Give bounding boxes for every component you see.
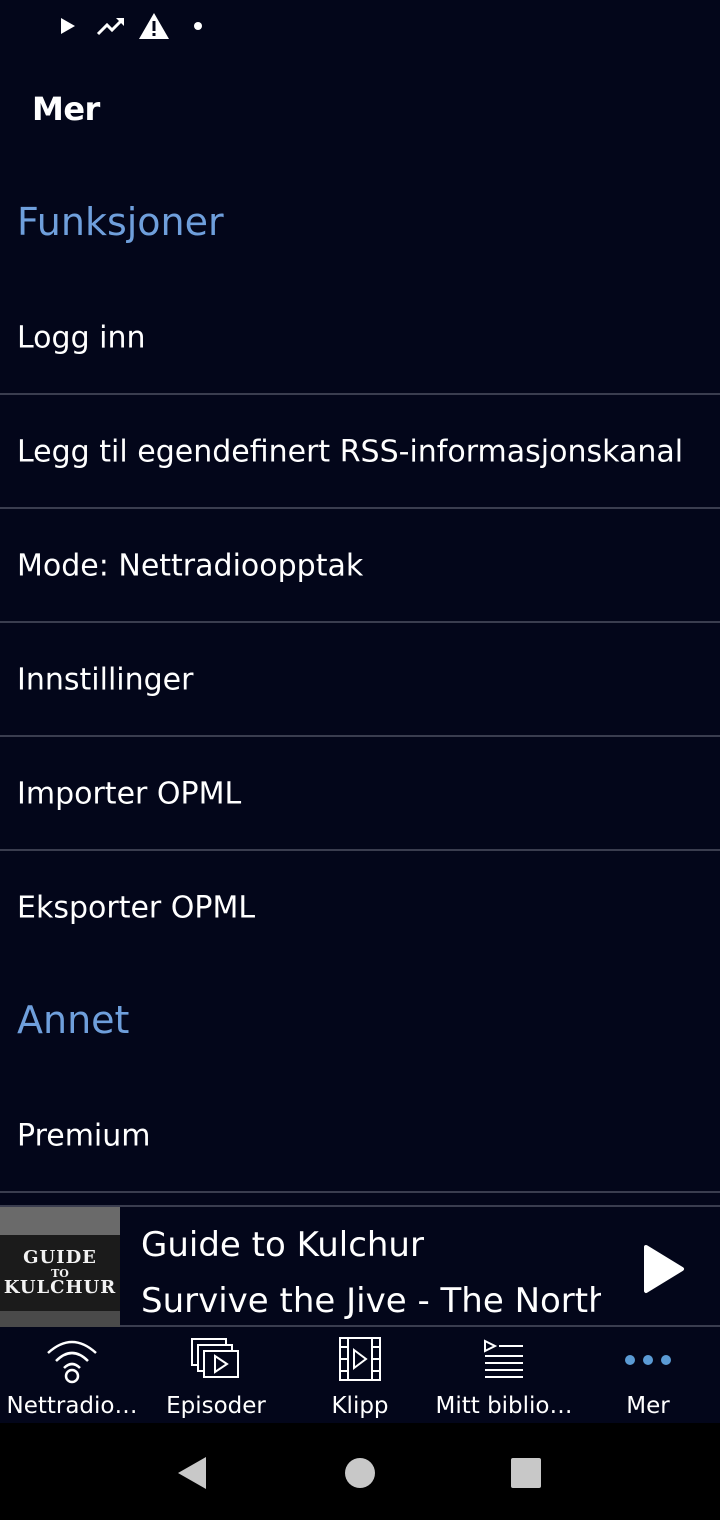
back-icon[interactable] bbox=[176, 1455, 208, 1495]
nav-tab-radio[interactable]: Nettradio… bbox=[0, 1327, 144, 1423]
menu-item-label: Importer OPML bbox=[17, 776, 242, 812]
section-header-functions: Funksjoner bbox=[17, 200, 224, 244]
play-icon bbox=[58, 12, 78, 44]
menu-item-settings[interactable]: Innstillinger bbox=[0, 623, 720, 737]
film-clip-icon bbox=[337, 1335, 383, 1389]
menu-item-label: Premium bbox=[17, 1118, 151, 1154]
now-playing-title: Guide to Kulchur bbox=[141, 1225, 424, 1265]
nav-tab-label: Klipp bbox=[331, 1393, 389, 1419]
menu-item-label: Mode: Nettradioopptak bbox=[17, 548, 364, 584]
warning-icon bbox=[138, 12, 170, 44]
library-icon bbox=[481, 1335, 527, 1389]
dot-icon bbox=[192, 12, 204, 44]
recents-icon[interactable] bbox=[510, 1455, 542, 1495]
nav-tab-label: Mer bbox=[626, 1393, 670, 1419]
menu-item-label: Logg inn bbox=[17, 320, 146, 356]
menu-item-mode[interactable]: Mode: Nettradioopptak bbox=[0, 509, 720, 623]
mini-player[interactable]: GUIDE TO KULCHUR Guide to Kulchur Surviv… bbox=[0, 1205, 720, 1327]
nav-tab-label: Episoder bbox=[166, 1393, 266, 1419]
menu-item-import-opml[interactable]: Importer OPML bbox=[0, 737, 720, 851]
menu-item-premium[interactable]: Premium bbox=[0, 1079, 720, 1193]
episodes-icon bbox=[190, 1335, 242, 1389]
menu-item-add-rss-feed[interactable]: Legg til egendefinert RSS-informasjonska… bbox=[0, 395, 720, 509]
cover-text: GUIDE bbox=[23, 1247, 97, 1268]
play-button[interactable] bbox=[630, 1237, 694, 1301]
menu-item-label: Eksporter OPML bbox=[17, 890, 256, 926]
menu-item-login[interactable]: Logg inn bbox=[0, 281, 720, 395]
nav-tab-label: Mitt biblio… bbox=[435, 1393, 573, 1419]
home-icon[interactable] bbox=[344, 1455, 376, 1495]
menu-item-label: Legg til egendefinert RSS-informasjonska… bbox=[17, 434, 684, 470]
nav-tab-library[interactable]: Mitt biblio… bbox=[432, 1327, 576, 1423]
screen: Mer Funksjoner Logg inn Legg til egendef… bbox=[0, 0, 720, 1520]
nav-tab-episodes[interactable]: Episoder bbox=[144, 1327, 288, 1423]
more-dots-icon bbox=[623, 1335, 673, 1389]
nav-tab-clips[interactable]: Klipp bbox=[288, 1327, 432, 1423]
section-header-other: Annet bbox=[17, 998, 130, 1042]
menu-item-export-opml[interactable]: Eksporter OPML bbox=[0, 851, 720, 965]
wifi-radio-icon bbox=[44, 1335, 100, 1389]
bottom-navigation: Nettradio… Episoder Klipp Mitt biblio… M… bbox=[0, 1327, 720, 1423]
divider bbox=[0, 1191, 720, 1193]
cover-text: KULCHUR bbox=[3, 1277, 117, 1298]
trending-icon bbox=[96, 12, 126, 44]
play-icon bbox=[630, 1245, 694, 1305]
nav-tab-more[interactable]: Mer bbox=[576, 1327, 720, 1423]
nav-tab-label: Nettradio… bbox=[6, 1393, 138, 1419]
podcast-cover-art[interactable]: GUIDE TO KULCHUR bbox=[0, 1207, 120, 1327]
system-navigation-bar bbox=[0, 1423, 720, 1520]
status-bar bbox=[0, 0, 720, 56]
page-title: Mer bbox=[32, 90, 100, 128]
now-playing-episode: Survive the Jive - The North bbox=[141, 1281, 601, 1321]
menu-item-label: Innstillinger bbox=[17, 662, 194, 698]
